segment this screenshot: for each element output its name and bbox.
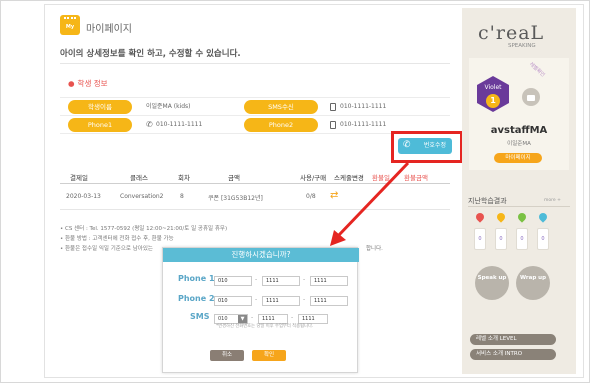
separator: - [291,314,294,321]
username: avstaffMA [490,125,548,136]
phone2-part2-input[interactable]: 1111 [262,296,300,306]
phone-edit-icon: ✆ [403,140,411,150]
col-header: 회차 [178,174,190,182]
mobile-icon [330,121,336,129]
separator: - [255,296,258,303]
phone2-part3-input[interactable]: 1111 [310,296,348,306]
col-header: 사용/구매 [300,174,327,182]
col-header: 환불금액 [404,174,428,182]
wrap-up-button[interactable]: Wrap up [516,266,550,300]
sms-value: 010-1111-1111 [340,103,387,110]
phone1-field-label: Phone 1 [178,274,215,283]
chevron-down-icon: ▼ [238,315,247,323]
level-number: 1 [486,94,500,108]
name-label: 학생이름 [68,100,132,114]
schedule-change-icon[interactable]: ⇄ [330,190,338,201]
past-results-title: 지난학습결과 [468,197,507,205]
grade-bar: 0 [495,228,507,250]
divider [60,63,450,64]
col-header: 스케줄변경 [334,174,364,182]
brand-subtitle: SPEAKING [508,43,536,49]
sms-prefix-select[interactable]: 010 ▼ [214,314,248,324]
separator: - [303,296,306,303]
notice-text: • CS 센터 : Tel. 1577-0592 (평일 12:00~21:00… [60,226,228,232]
phone-icon: ✆ [146,120,153,129]
phone1-value: 010-1111-1111 [156,121,203,128]
sms-field-label: SMS [190,312,210,321]
level-intro-button[interactable]: 레벨 소개 LEVEL [470,334,556,345]
divider [60,115,450,116]
phone1-part3-input[interactable]: 1111 [310,276,348,286]
divider [468,206,570,207]
student-info-title: ● 학생 정보 [68,79,108,88]
phone2-label: Phone2 [244,118,318,132]
grade-bar: 0 [537,228,549,250]
table-cell: 쿠폰 [31G53B12년] [208,195,263,202]
phone2-field-label: Phone 2 [178,294,215,303]
notice-text: • 환불은 접수일 익일 기준으로 남아있는 [60,246,153,252]
page-title: 마이페이지 [86,24,132,35]
dialog-title: 진행하시겠습니까? [163,248,359,262]
phone1-part1-input[interactable]: 010 [214,276,252,286]
divider [60,97,450,98]
notice-text: 합니다. [366,246,383,252]
col-header: 클래스 [130,174,148,182]
notice-text: • 환불 방법 : 고객센터에 전화 접수 후, 환불 가능 [60,236,174,242]
phone2-part1-input[interactable]: 010 [214,296,252,306]
divider [60,183,450,184]
sms-label: SMS수신 [244,100,318,114]
table-cell: 8 [180,193,184,200]
service-intro-button[interactable]: 서비스 소개 INTRO [470,349,556,360]
separator: - [251,314,254,321]
mobile-icon [330,103,336,111]
separator: - [255,276,258,283]
level-name: Violet [484,84,502,91]
grade-bar: 0 [516,228,528,250]
table-cell: Conversation2 [120,193,164,200]
table-cell: 2020-03-13 [66,193,101,200]
mypage-icon: My [60,15,80,35]
phone1-part2-input[interactable]: 1111 [262,276,300,286]
speak-up-button[interactable]: Speak up [475,266,509,300]
col-header: 금액 [228,174,240,182]
separator: - [303,276,306,283]
col-header: 환불일 [372,174,390,182]
change-number-button[interactable]: ✆ 번호수정 [398,138,452,154]
page-description: 아이의 상세정보를 확인 하고, 수정할 수 있습니다. [60,49,241,59]
grade-bar: 0 [474,228,486,250]
col-header: 결제일 [70,174,88,182]
user-subname: 이일준MA [507,141,531,147]
sms-part3-input[interactable]: 1111 [298,314,328,324]
brand-logo[interactable]: c'reaL [478,22,544,44]
cancel-button[interactable]: 취소 [210,350,244,361]
sms-part2-input[interactable]: 1111 [258,314,288,324]
table-cell: 0/8 [306,193,316,200]
mypage-button[interactable]: 마이페이지 [494,153,542,163]
more-link[interactable]: more + [544,198,561,203]
help-text: *번경하신 전화번호는 당일 이후 수업부터 적용됩니다. [216,324,314,329]
confirm-button[interactable]: 확인 [252,350,286,361]
phone2-value: 010-1111-1111 [340,121,387,128]
phone1-label: Phone1 [68,118,132,132]
lock-icon [522,88,540,106]
divider [60,209,450,210]
name-value: 이일준MA (kids) [146,103,191,110]
bullet-icon: ● [68,79,75,88]
